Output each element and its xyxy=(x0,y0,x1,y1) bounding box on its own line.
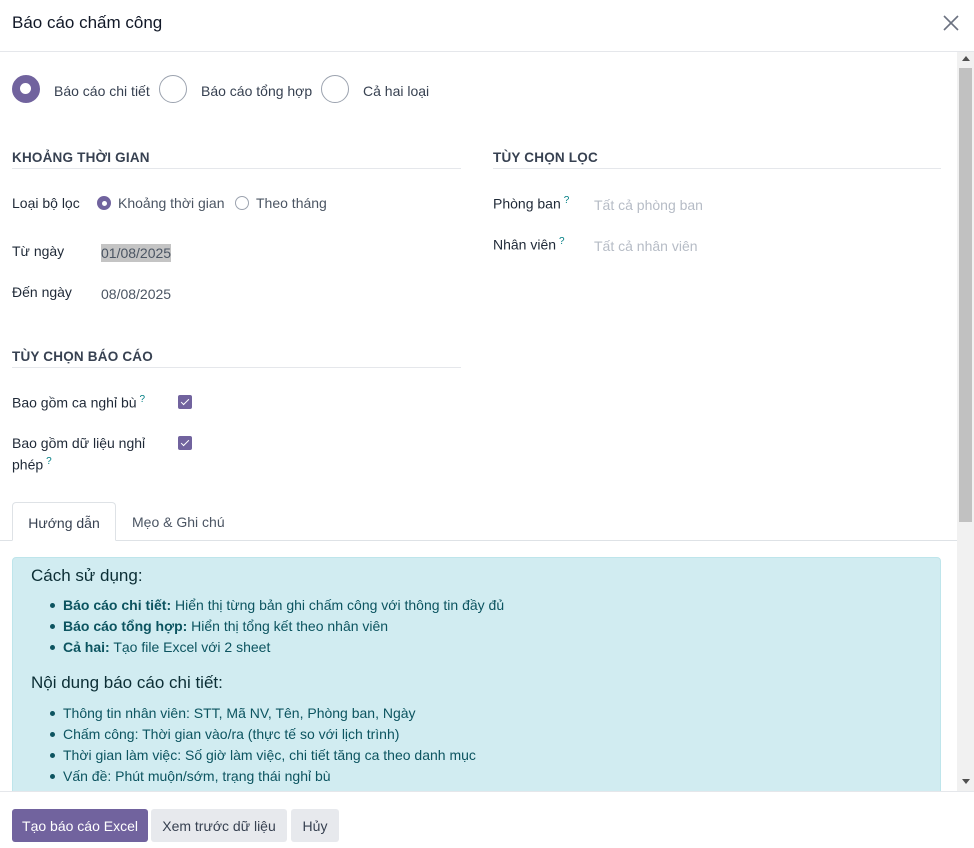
help-icon[interactable]: ? xyxy=(559,236,565,247)
radio-filter-date-range-label[interactable]: Khoảng thời gian xyxy=(118,195,224,211)
help-icon[interactable]: ? xyxy=(46,456,52,467)
detail-title: Nội dung báo cáo chi tiết: xyxy=(31,673,223,692)
filter-type-label: Loại bộ lọc xyxy=(12,195,80,211)
dialog-body[interactable]: Báo cáo chi tiết Báo cáo tổng hợp Cả hai… xyxy=(0,52,974,791)
list-item: Vấn đề: Phút muộn/sớm, trạng thái nghỉ b… xyxy=(50,766,476,787)
section-divider xyxy=(493,168,941,169)
time-range-section-title: KHOẢNG THỜI GIAN xyxy=(12,150,150,165)
usage-list: Báo cáo chi tiết: Hiển thị từng bản ghi … xyxy=(49,595,504,658)
help-icon[interactable]: ? xyxy=(564,195,570,206)
usage-title: Cách sử dụng: xyxy=(31,566,143,585)
guide-info-panel: Cách sử dụng: Báo cáo chi tiết: Hiển thị… xyxy=(12,557,941,791)
department-field[interactable]: Tất cả phòng ban xyxy=(594,197,703,213)
employee-label: Nhân viên? xyxy=(493,236,565,253)
radio-both-reports[interactable] xyxy=(321,75,349,103)
radio-detail-report-label[interactable]: Báo cáo chi tiết xyxy=(54,83,150,99)
help-icon[interactable]: ? xyxy=(140,394,146,405)
detail-list: Thông tin nhân viên: STT, Mã NV, Tên, Ph… xyxy=(50,703,476,787)
tab-tips-notes[interactable]: Mẹo & Ghi chú xyxy=(132,502,225,541)
department-label: Phòng ban? xyxy=(493,195,570,212)
radio-filter-date-range[interactable] xyxy=(97,196,111,210)
include-leave-label-line2: phép? xyxy=(12,456,52,473)
include-comp-shift-label: Bao gồm ca nghỉ bù? xyxy=(12,394,146,411)
include-leave-label-line1: Bao gồm dữ liệu nghỉ xyxy=(12,435,146,451)
scroll-up-icon[interactable] xyxy=(962,56,970,61)
scrollbar-thumb[interactable] xyxy=(959,68,972,522)
vertical-scrollbar[interactable] xyxy=(957,52,974,791)
dialog-header: Báo cáo chấm công xyxy=(0,0,974,52)
radio-summary-report-label[interactable]: Báo cáo tổng hợp xyxy=(201,83,312,99)
filter-options-section-title: TÙY CHỌN LỌC xyxy=(493,150,598,165)
preview-data-button[interactable]: Xem trước dữ liệu xyxy=(151,809,287,842)
list-item: Chấm công: Thời gian vào/ra (thực tế so … xyxy=(50,724,476,745)
close-icon[interactable] xyxy=(940,12,962,34)
from-date-label: Từ ngày xyxy=(12,243,65,259)
from-date-input[interactable]: 01/08/2025 xyxy=(101,244,172,262)
to-date-input[interactable]: 08/08/2025 xyxy=(101,286,171,302)
list-item: Thời gian làm việc: Số giờ làm việc, chi… xyxy=(50,745,476,766)
section-divider xyxy=(12,367,461,368)
section-divider xyxy=(12,168,461,169)
tab-guide[interactable]: Hướng dẫn xyxy=(12,502,116,541)
dialog-title: Báo cáo chấm công xyxy=(12,13,163,32)
generate-excel-button[interactable]: Tạo báo cáo Excel xyxy=(12,809,148,842)
dialog-footer: Tạo báo cáo Excel Xem trước dữ liệu Hủy xyxy=(0,791,974,848)
include-leave-checkbox[interactable] xyxy=(178,436,192,450)
cancel-button[interactable]: Hủy xyxy=(291,809,339,842)
radio-both-reports-label[interactable]: Cả hai loại xyxy=(363,83,429,99)
employee-field[interactable]: Tất cả nhân viên xyxy=(594,238,698,254)
radio-filter-monthly[interactable] xyxy=(235,196,249,210)
radio-filter-monthly-label[interactable]: Theo tháng xyxy=(256,195,327,211)
list-item: Báo cáo chi tiết: Hiển thị từng bản ghi … xyxy=(49,595,504,616)
to-date-label: Đến ngày xyxy=(12,284,72,300)
radio-summary-report[interactable] xyxy=(159,75,187,103)
list-item: Cả hai: Tạo file Excel với 2 sheet xyxy=(49,637,504,658)
radio-detail-report[interactable] xyxy=(12,75,40,103)
include-comp-shift-checkbox[interactable] xyxy=(178,395,192,409)
list-item: Báo cáo tổng hợp: Hiển thị tổng kết theo… xyxy=(49,616,504,637)
report-options-section-title: TÙY CHỌN BÁO CÁO xyxy=(12,349,153,364)
list-item: Thông tin nhân viên: STT, Mã NV, Tên, Ph… xyxy=(50,703,476,724)
scroll-down-icon[interactable] xyxy=(962,779,970,784)
